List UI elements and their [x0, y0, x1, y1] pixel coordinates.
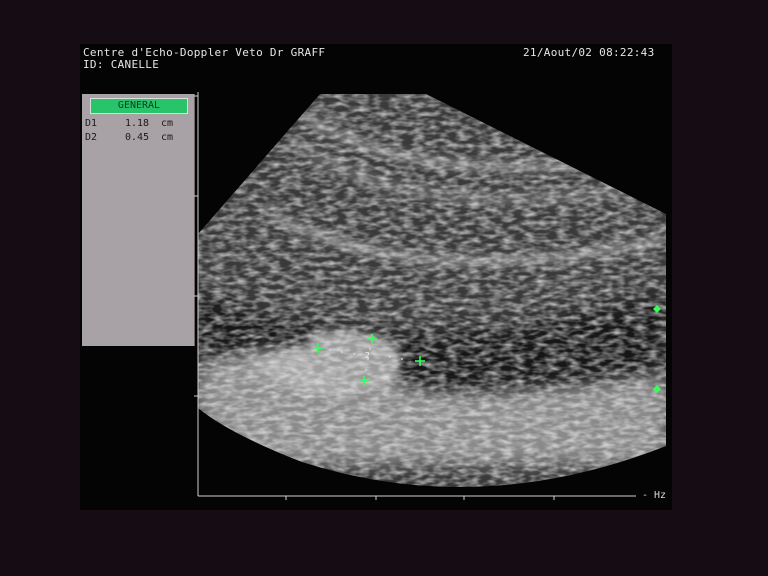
scale-unit-label: - Hz	[642, 490, 667, 501]
caliper-marker-label: 2	[365, 351, 370, 360]
ultrasound-screen: Centre d'Echo-Doppler Veto Dr GRAFF ID: …	[80, 44, 672, 510]
scan-sector	[198, 94, 666, 487]
ultrasound-image: 2	[194, 92, 666, 500]
